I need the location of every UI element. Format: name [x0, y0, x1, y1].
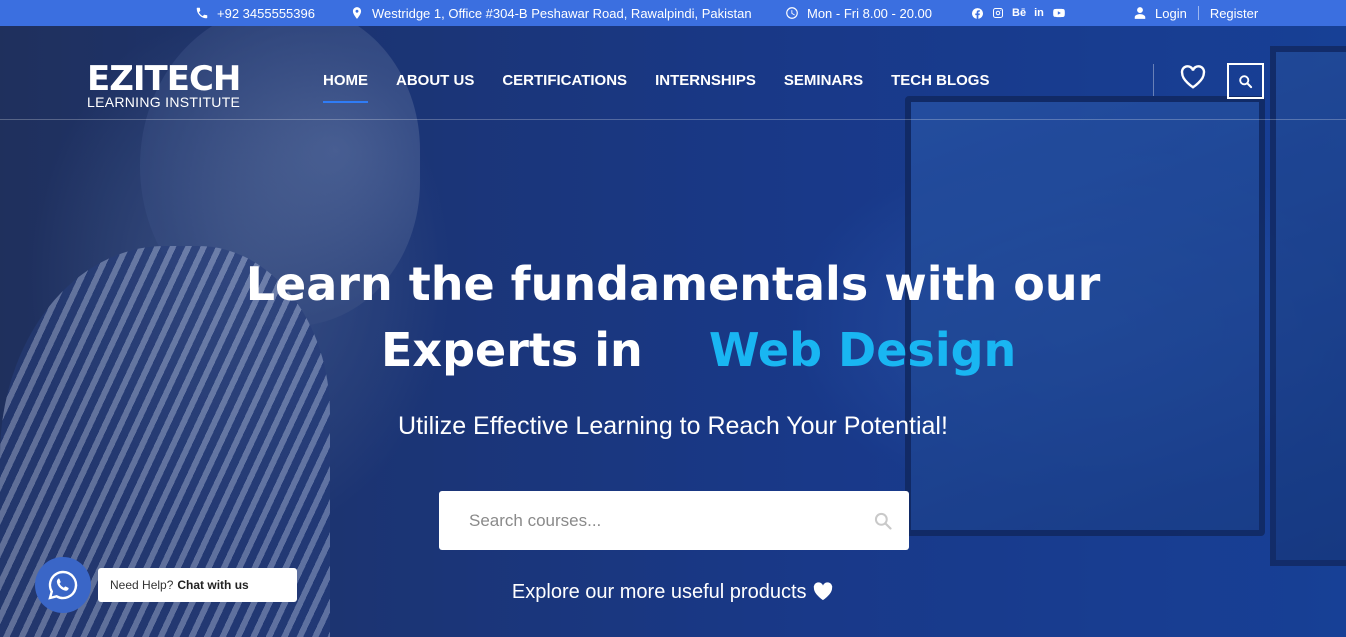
address-contact: Westridge 1, Office #304-B Peshawar Road…: [350, 0, 752, 26]
whatsapp-chat-bubble[interactable]: Need Help? Chat with us: [98, 568, 297, 602]
nav-item-seminars[interactable]: SEMINARS: [784, 72, 863, 89]
nav-item-about-us[interactable]: ABOUT US: [396, 72, 474, 89]
opening-hours: Mon - Fri 8.00 - 20.00: [785, 0, 932, 26]
phone-number: +92 3455555396: [217, 5, 315, 21]
nav-item-home[interactable]: HOME: [323, 72, 368, 103]
logo-title: EZITECH: [87, 59, 241, 99]
whatsapp-cta-text: Chat with us: [177, 578, 249, 592]
user-icon: [1134, 7, 1146, 19]
behance-icon[interactable]: Bē: [1012, 7, 1026, 19]
heart-icon: [1180, 65, 1206, 89]
clock-icon: [786, 7, 798, 19]
nav-divider: [1153, 64, 1154, 96]
nav-item-tech-blogs[interactable]: TECH BLOGS: [891, 72, 989, 89]
nav-item-certifications[interactable]: CERTIFICATIONS: [502, 72, 627, 89]
linkedin-icon[interactable]: in: [1034, 7, 1044, 19]
hero-headline-line2: Experts in Web Design: [381, 318, 1016, 382]
header-search-button[interactable]: [1227, 63, 1264, 99]
course-search-input[interactable]: [469, 491, 849, 550]
whatsapp-help-text: Need Help?: [110, 578, 174, 592]
auth-divider: [1197, 6, 1199, 20]
address-text: Westridge 1, Office #304-B Peshawar Road…: [372, 5, 752, 21]
whatsapp-icon: [48, 570, 78, 600]
location-pin-icon: [352, 7, 362, 19]
whatsapp-button[interactable]: [35, 557, 91, 613]
phone-contact[interactable]: +92 3455555396: [195, 0, 315, 26]
logo-subtitle: LEARNING INSTITUTE: [87, 94, 241, 110]
heart-icon: [813, 582, 833, 601]
phone-icon: [196, 7, 208, 19]
hours-text: Mon - Fri 8.00 - 20.00: [807, 5, 932, 21]
search-icon[interactable]: [873, 511, 893, 531]
social-links: Bē in: [971, 0, 1066, 26]
explore-text: Explore our more useful products: [511, 581, 807, 603]
register-link[interactable]: Register: [1210, 6, 1258, 21]
top-bar: +92 3455555396 Westridge 1, Office #304-…: [0, 0, 1346, 26]
search-icon: [1239, 74, 1253, 88]
youtube-icon[interactable]: [1052, 6, 1066, 20]
hero-headline-accent: Web Design: [708, 323, 1017, 377]
hero-subtitle: Utilize Effective Learning to Reach Your…: [398, 412, 948, 440]
site-logo[interactable]: EZITECH LEARNING INSTITUTE: [87, 59, 242, 110]
nav-menu: HOME ABOUT US CERTIFICATIONS INTERNSHIPS…: [323, 72, 989, 103]
auth-links: Login Register: [1133, 0, 1258, 26]
wishlist-button[interactable]: [1180, 65, 1206, 89]
course-search-box: [439, 491, 909, 550]
main-navigation: EZITECH LEARNING INSTITUTE HOME ABOUT US…: [0, 26, 1346, 120]
nav-item-internships[interactable]: INTERNSHIPS: [655, 72, 756, 89]
hero-headline: Learn the fundamentals with our: [245, 257, 1101, 311]
hero-headline-prefix: Experts in: [381, 323, 643, 377]
instagram-icon[interactable]: [992, 7, 1004, 19]
facebook-icon[interactable]: [971, 7, 984, 20]
login-link[interactable]: Login: [1155, 6, 1187, 21]
